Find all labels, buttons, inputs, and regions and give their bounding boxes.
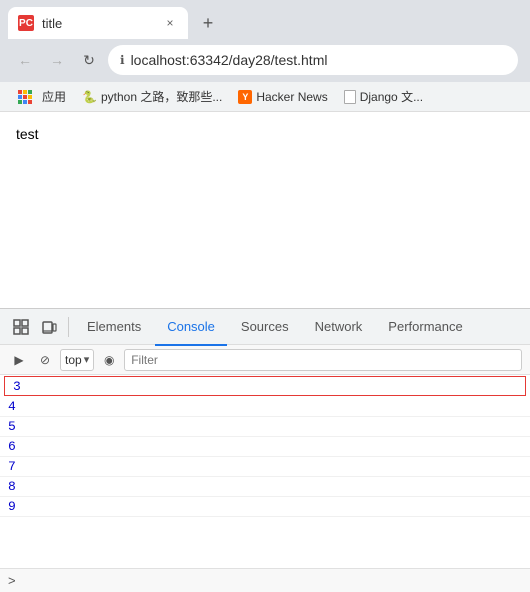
console-row: 7	[0, 457, 530, 477]
tab-title: title	[42, 16, 154, 31]
tab-bar: PC title × +	[0, 0, 530, 40]
console-value: 5	[8, 419, 28, 434]
info-icon: ℹ	[120, 53, 125, 67]
context-select-text: top	[65, 353, 82, 367]
bookmark-django[interactable]: Django 文...	[338, 86, 429, 107]
console-output: 3 4 5 6 7 8 9	[0, 375, 530, 568]
console-value: 7	[8, 459, 28, 474]
bookmark-apps[interactable]: 应用	[12, 86, 72, 107]
console-play-button[interactable]: ▶	[8, 349, 30, 371]
console-value: 9	[8, 499, 28, 514]
new-tab-button[interactable]: +	[194, 9, 222, 37]
console-no-button[interactable]: ⊘	[34, 349, 56, 371]
console-filter-input[interactable]	[124, 349, 522, 371]
active-tab[interactable]: PC title ×	[8, 7, 188, 39]
tab-network[interactable]: Network	[303, 310, 375, 346]
prompt-chevron: >	[8, 573, 16, 588]
console-prompt: >	[0, 568, 530, 592]
console-row: 5	[0, 417, 530, 437]
bookmark-apps-label: 应用	[42, 88, 66, 105]
context-select[interactable]: top ▾	[60, 349, 94, 371]
hackernews-favicon: Y	[238, 90, 252, 104]
console-row: 8	[0, 477, 530, 497]
bookmark-python[interactable]: 🐍 python 之路，致那些...	[76, 86, 228, 107]
console-row: 6	[0, 437, 530, 457]
page-content: test	[0, 112, 530, 308]
forward-button[interactable]: →	[44, 47, 70, 73]
reload-button[interactable]: ↻	[76, 47, 102, 73]
console-row: 4	[0, 397, 530, 417]
console-value: 3	[13, 379, 33, 394]
page-test-text: test	[16, 126, 39, 142]
console-toolbar: ▶ ⊘ top ▾ ◉	[0, 345, 530, 375]
device-toggle-button[interactable]	[36, 314, 62, 340]
console-value: 8	[8, 479, 28, 494]
console-value: 4	[8, 399, 28, 414]
bookmark-python-label: python 之路，致那些...	[101, 88, 222, 105]
dropdown-arrow-icon: ▾	[84, 353, 90, 366]
address-input[interactable]: ℹ localhost:63342/day28/test.html	[108, 45, 518, 75]
console-row: 9	[0, 497, 530, 517]
apps-icon	[18, 90, 32, 104]
inspect-element-button[interactable]	[8, 314, 34, 340]
tab-elements[interactable]: Elements	[75, 310, 153, 346]
python-favicon: 🐍	[82, 90, 97, 104]
bookmark-django-label: Django 文...	[360, 88, 423, 105]
bookmark-hackernews[interactable]: Y Hacker News	[232, 88, 333, 106]
console-row: 3	[4, 376, 526, 396]
tab-performance[interactable]: Performance	[376, 310, 474, 346]
console-eye-button[interactable]: ◉	[98, 349, 120, 371]
toolbar-separator	[68, 317, 69, 337]
tab-sources[interactable]: Sources	[229, 310, 301, 346]
back-button[interactable]: ←	[12, 47, 38, 73]
url-text: localhost:63342/day28/test.html	[131, 52, 328, 68]
tab-favicon: PC	[18, 15, 34, 31]
devtools-toolbar: Elements Console Sources Network Perform…	[0, 309, 530, 345]
bookmarks-bar: 应用 🐍 python 之路，致那些... Y Hacker News Djan…	[0, 82, 530, 112]
tab-close-button[interactable]: ×	[162, 15, 178, 31]
tab-console[interactable]: Console	[155, 310, 227, 346]
bookmark-hackernews-label: Hacker News	[256, 90, 327, 104]
console-value: 6	[8, 439, 28, 454]
devtools-panel: Elements Console Sources Network Perform…	[0, 308, 530, 592]
django-favicon	[344, 90, 356, 104]
address-bar: ← → ↻ ℹ localhost:63342/day28/test.html	[0, 40, 530, 82]
